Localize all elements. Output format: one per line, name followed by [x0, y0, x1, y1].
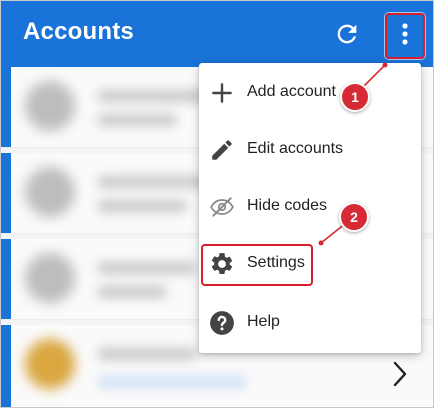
step-badge-1: 1: [340, 82, 370, 112]
row-chevron[interactable]: [391, 359, 409, 389]
overflow-menu: Add account Edit accounts Hide codes Set…: [199, 63, 421, 353]
refresh-icon: [337, 24, 357, 44]
app-bar: Accounts: [1, 1, 433, 67]
blurred-text: [97, 175, 207, 189]
eye-off-icon: [210, 197, 234, 217]
blurred-text: [97, 261, 197, 275]
step-badge-2: 2: [339, 202, 369, 232]
menu-item-add-account[interactable]: Add account: [199, 70, 421, 116]
menu-item-label: Add account: [247, 83, 336, 100]
menu-item-hide-codes[interactable]: Hide codes: [199, 184, 421, 230]
avatar: [25, 167, 75, 217]
avatar: [25, 339, 75, 389]
row-accent: [1, 239, 11, 319]
row-accent: [1, 153, 11, 233]
menu-item-label: Help: [247, 313, 280, 330]
menu-item-label: Edit accounts: [247, 140, 344, 157]
avatar: [25, 81, 75, 131]
screen: Accounts Add account Edit accounts Hide …: [0, 0, 434, 408]
row-accent: [1, 325, 11, 407]
blurred-text: [97, 375, 247, 389]
page-title: Accounts: [23, 18, 134, 45]
blurred-text: [97, 285, 167, 299]
chevron-right-icon: [393, 361, 407, 387]
highlight-settings: [201, 244, 313, 286]
refresh-button[interactable]: [333, 20, 361, 48]
row-accent: [1, 67, 11, 147]
blurred-text: [97, 113, 177, 127]
blurred-text: [97, 199, 187, 213]
menu-item-edit-accounts[interactable]: Edit accounts: [199, 127, 421, 173]
pencil-icon: [212, 140, 232, 160]
menu-item-label: Hide codes: [247, 197, 328, 214]
plus-icon: [212, 83, 232, 103]
help-icon: [210, 311, 234, 335]
avatar: [25, 253, 75, 303]
blurred-text: [97, 347, 197, 361]
highlight-more-button: [385, 13, 425, 59]
menu-item-help[interactable]: Help: [199, 300, 421, 346]
